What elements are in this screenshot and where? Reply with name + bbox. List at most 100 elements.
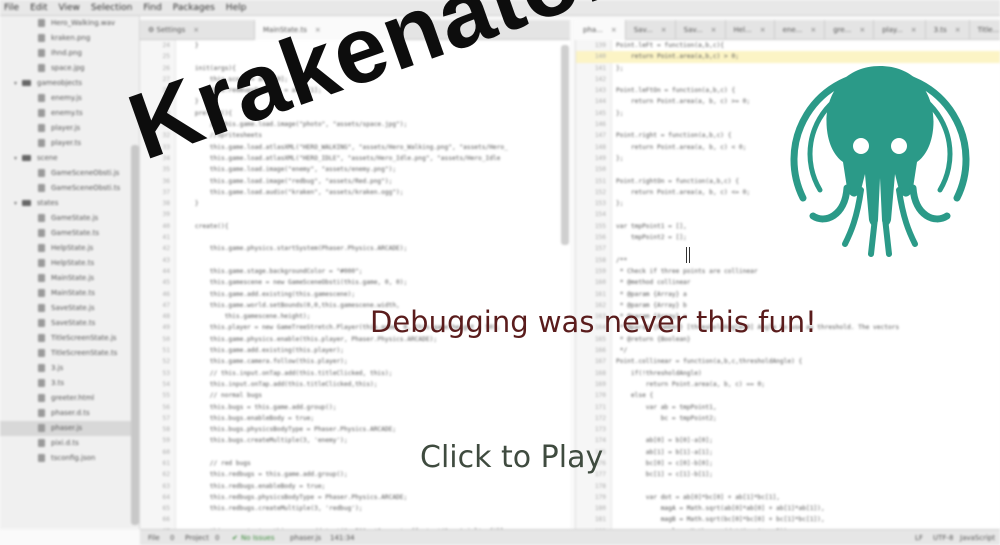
file-icon [38, 169, 45, 177]
line-number: 51 [162, 347, 170, 355]
tree-item[interactable]: SaveState.ts [0, 316, 139, 331]
close-icon[interactable]: × [955, 26, 961, 34]
file-icon [38, 439, 45, 447]
tree-item[interactable]: MainState.js [0, 271, 139, 286]
tree-item[interactable]: HelpState.ts [0, 256, 139, 271]
click-to-play-button[interactable]: Click to Play [420, 440, 603, 476]
tree-item[interactable]: GameSceneObsti.js [0, 166, 139, 181]
logo-left-eye [853, 138, 869, 154]
tree-item[interactable]: player.ts [0, 136, 139, 151]
tab-right-1[interactable]: Sav... × [626, 20, 676, 40]
tab-right-7[interactable]: 3.ts × [926, 20, 970, 40]
close-icon[interactable]: × [859, 26, 865, 34]
close-icon[interactable]: × [711, 26, 717, 34]
file-icon [38, 64, 45, 72]
status-project-count: 0 [215, 534, 220, 542]
line-text: }; [616, 154, 624, 162]
tree-item[interactable]: greeter.html [0, 391, 139, 406]
tree-item[interactable]: Ihnd.png [0, 46, 139, 61]
tab-right-5[interactable]: gre... × [825, 20, 875, 40]
tree-item-label: HelpState.js [51, 244, 94, 252]
tree-item[interactable]: GameSceneObsti.ts [0, 181, 139, 196]
tree-item[interactable]: 3.js [0, 361, 139, 376]
line-number: 57 [162, 414, 170, 422]
menu-item-help[interactable]: Help [226, 0, 247, 15]
file-icon [38, 244, 45, 252]
file-icon [38, 424, 45, 432]
tree-item[interactable]: enemy.js [0, 91, 139, 106]
file-icon [38, 49, 45, 57]
line-number: 152 [594, 188, 606, 196]
tree-item[interactable]: ▾ scene [0, 151, 139, 166]
tree-item[interactable]: ▾ states [0, 196, 139, 211]
tree-item[interactable]: space.jpg [0, 61, 139, 76]
tree-item[interactable]: tsconfig.json [0, 451, 139, 466]
tab-right-4[interactable]: ene... × [775, 20, 826, 40]
line-number: 168 [594, 369, 606, 377]
line-number: 55 [162, 392, 170, 400]
code-line: 176 bc[0] = c[0]-b[0]; [576, 458, 1000, 469]
line-text: bc[1] = c[1]-b[1]; [616, 471, 713, 479]
code-line: 179 var dot = ab[0]*bc[0] + ab[1]*bc[1], [576, 492, 1000, 503]
chevron-down-icon: ▾ [14, 80, 18, 87]
line-number: 145 [594, 109, 606, 117]
tree-item[interactable]: GameState.ts [0, 226, 139, 241]
status-issues: No Issues [241, 534, 275, 542]
close-icon[interactable]: × [810, 26, 816, 34]
close-icon[interactable]: × [911, 26, 917, 34]
tab-right-3[interactable]: Hel... × [726, 20, 775, 40]
line-number: 169 [594, 380, 606, 388]
menu-item-edit[interactable]: Edit [30, 0, 47, 15]
line-number: 42 [162, 245, 170, 253]
line-number: 151 [594, 177, 606, 185]
tree-item[interactable]: phaser.d.ts [0, 406, 139, 421]
tab-right-6[interactable]: play... × [874, 20, 926, 40]
menu-item-file[interactable]: File [4, 0, 19, 15]
menu-item-selection[interactable]: Selection [91, 0, 132, 15]
code-line: 41 [140, 232, 570, 243]
folder-icon [22, 200, 31, 206]
status-bar: File 0 Project 0 ✔ No Issues phaser.js 1… [140, 529, 1000, 545]
status-line-ending: LF [915, 534, 923, 542]
close-icon[interactable]: × [611, 26, 617, 34]
line-text: magB = Math.sqrt(bc[0]*bc[0] + bc[1]*bc[… [616, 516, 825, 524]
tree-item-label: Ihnd.png [51, 49, 82, 57]
tree-item[interactable]: TitleScreenState.js [0, 331, 139, 346]
code-line: 173 [576, 424, 1000, 435]
file-icon [38, 184, 45, 192]
line-number: 157 [594, 245, 606, 253]
close-icon[interactable]: × [760, 26, 766, 34]
file-icon [38, 334, 45, 342]
tree-item[interactable]: enemy.ts [0, 106, 139, 121]
menu-item-find[interactable]: Find [143, 0, 161, 15]
close-icon[interactable]: × [193, 26, 199, 34]
tree-item[interactable]: MainState.ts [0, 286, 139, 301]
tree-item[interactable]: TitleScreenState.ts [0, 346, 139, 361]
line-number: 161 [594, 290, 606, 298]
tree-item[interactable]: kraken.png [0, 31, 139, 46]
game-title-screen[interactable]: File Edit View Selection Find Packages Help He… [0, 0, 1000, 545]
menu-item-packages[interactable]: Packages [173, 0, 215, 15]
line-text: this.game.load.image("enemy", "assets/en… [180, 166, 397, 174]
tree-item[interactable]: pixi.d.ts [0, 436, 139, 451]
tree-item[interactable]: phaser.js [0, 421, 139, 436]
status-encoding: UTF-8 [933, 534, 954, 542]
tree-item[interactable]: 3.ts [0, 376, 139, 391]
tab-label: Sav... [683, 26, 703, 34]
tree-item[interactable]: HelpState.js [0, 241, 139, 256]
tab-right-2[interactable]: Sav... × [676, 20, 726, 40]
line-number: 159 [594, 267, 606, 275]
menu-item-view[interactable]: View [59, 0, 80, 15]
gitkraken-logo-icon [790, 66, 970, 257]
tree-item[interactable]: GameState.js [0, 211, 139, 226]
tree-item[interactable]: player.js [0, 121, 139, 136]
line-text: * Check if three points are collinear [616, 267, 758, 275]
line-number: 147 [594, 132, 606, 140]
tab-right-8[interactable]: Title...× [970, 20, 1000, 40]
tree-item[interactable]: Hero_Walking.wav [0, 16, 139, 31]
close-icon[interactable]: × [661, 26, 667, 34]
tree-item[interactable]: SaveState.js [0, 301, 139, 316]
tree-item-label: enemy.js [51, 94, 82, 102]
tree-item-label: MainState.ts [51, 289, 95, 297]
tree-item-label: SaveState.ts [51, 319, 96, 327]
